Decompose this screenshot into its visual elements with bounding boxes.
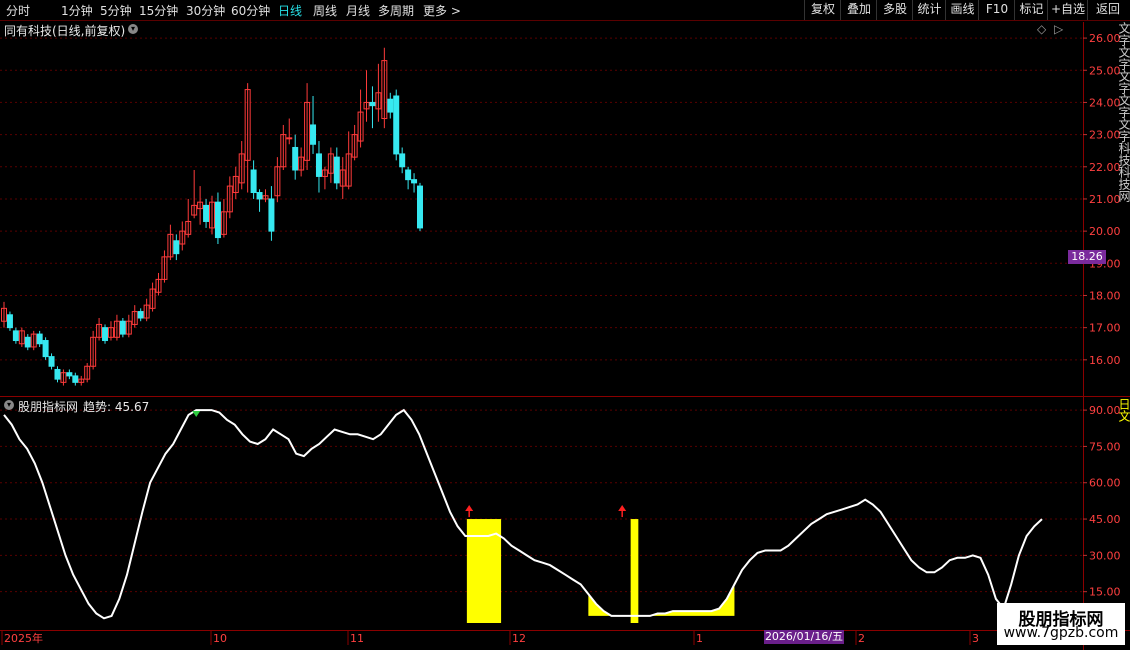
candle-body: [292, 146, 299, 171]
date-axis-label: 3: [972, 632, 979, 645]
candle-body: [399, 153, 406, 168]
candle-body: [250, 169, 257, 194]
candle-body: [137, 311, 144, 319]
play-icon[interactable]: ▷: [1054, 22, 1063, 36]
candle-body: [102, 327, 109, 342]
candle-body: [387, 98, 394, 113]
main-y-tick-label: 17.00: [1089, 322, 1121, 335]
candle-body: [24, 336, 31, 348]
main-y-tick-label: 24.00: [1089, 96, 1121, 109]
candle-body: [119, 320, 126, 335]
candle-body: [310, 124, 317, 145]
indicator-y-tick-label: 45.00: [1089, 513, 1121, 526]
down-arrow-icon: [192, 410, 201, 417]
watermark-url: www.7gpzb.com: [1003, 625, 1119, 641]
main-chart-title: 同有科技(日线,前复权): [4, 24, 126, 38]
main-y-tick-label: 16.00: [1089, 354, 1121, 367]
main-y-tick-label: 21.00: [1089, 193, 1121, 206]
date-axis-label: 2025年: [4, 631, 43, 645]
indicator-y-tick-label: 30.00: [1089, 549, 1121, 562]
up-arrow-icon: [618, 505, 627, 512]
main-y-tick-label: 22.00: [1089, 161, 1121, 174]
main-y-tick-label: 26.00: [1089, 32, 1121, 45]
candle-body: [405, 169, 412, 181]
main-y-tick-label: 20.00: [1089, 225, 1121, 238]
candle-body: [393, 95, 400, 155]
indicator-side-strip: 日文: [1118, 398, 1130, 458]
candle-body: [6, 314, 13, 329]
candlestick-series: [1, 47, 423, 386]
candle-body: [417, 185, 423, 229]
date-axis-label: 1: [696, 632, 703, 645]
candle-body: [315, 153, 322, 177]
candle-body: [268, 198, 275, 232]
chart-canvas[interactable]: 16.0017.0018.0019.0020.0021.0022.0023.00…: [0, 0, 1130, 650]
candle-body: [214, 201, 221, 239]
candle-body: [54, 368, 61, 380]
grid-lines: [0, 37, 1083, 593]
indicator-series: [3, 408, 1043, 623]
indicator-y-tick-label: 60.00: [1089, 477, 1121, 490]
candle-body: [203, 204, 210, 222]
candle-body: [256, 192, 263, 200]
indicator-title: 股朋指标网: [18, 400, 79, 414]
side-info-text: 文字文字文字文字文字科技科技网: [1118, 22, 1130, 202]
candle-body: [42, 340, 49, 358]
indicator-y-tick-label: 90.00: [1089, 404, 1121, 417]
date-axis-label: 11: [350, 632, 364, 645]
trend-line: [3, 408, 1043, 620]
candle-body: [286, 137, 293, 140]
date-axis-label: 10: [213, 632, 227, 645]
main-y-tick-label: 23.00: [1089, 129, 1121, 142]
indicator-trend-value: 趋势: 45.67: [83, 400, 150, 414]
date-highlight: 2026/01/16/五: [764, 630, 844, 644]
watermark: 股朋指标网 www.7gpzb.com: [997, 603, 1125, 645]
candle-body: [369, 101, 376, 107]
indicator-y-tick-label: 15.00: [1089, 586, 1121, 599]
candle-body: [72, 375, 79, 383]
indicator-side-text: 日文: [1118, 398, 1130, 422]
chevron-down-icon[interactable]: ▾: [128, 24, 138, 34]
side-info-strip: 文字文字文字文字文字科技科技网: [1118, 22, 1130, 392]
indicator-chevron-icon[interactable]: ▾: [4, 400, 14, 410]
main-y-tick-label: 18.00: [1089, 289, 1121, 302]
candle-body: [66, 372, 73, 377]
date-axis-label: 2: [858, 632, 865, 645]
up-arrow-icon: [465, 505, 474, 512]
candle-body: [333, 156, 340, 184]
date-axis-label: 12: [512, 632, 526, 645]
indicator-y-tick-label: 75.00: [1089, 440, 1121, 453]
candle-body: [48, 356, 55, 367]
diamond-icon[interactable]: ◇: [1037, 22, 1046, 36]
candle-body: [173, 240, 180, 255]
main-y-tick-label: 25.00: [1089, 64, 1121, 77]
current-price-tag: 18.26: [1068, 250, 1106, 264]
candle-body: [411, 179, 418, 184]
signal-bar: [630, 519, 639, 623]
candle-body: [36, 333, 43, 345]
candle-body: [12, 330, 19, 342]
